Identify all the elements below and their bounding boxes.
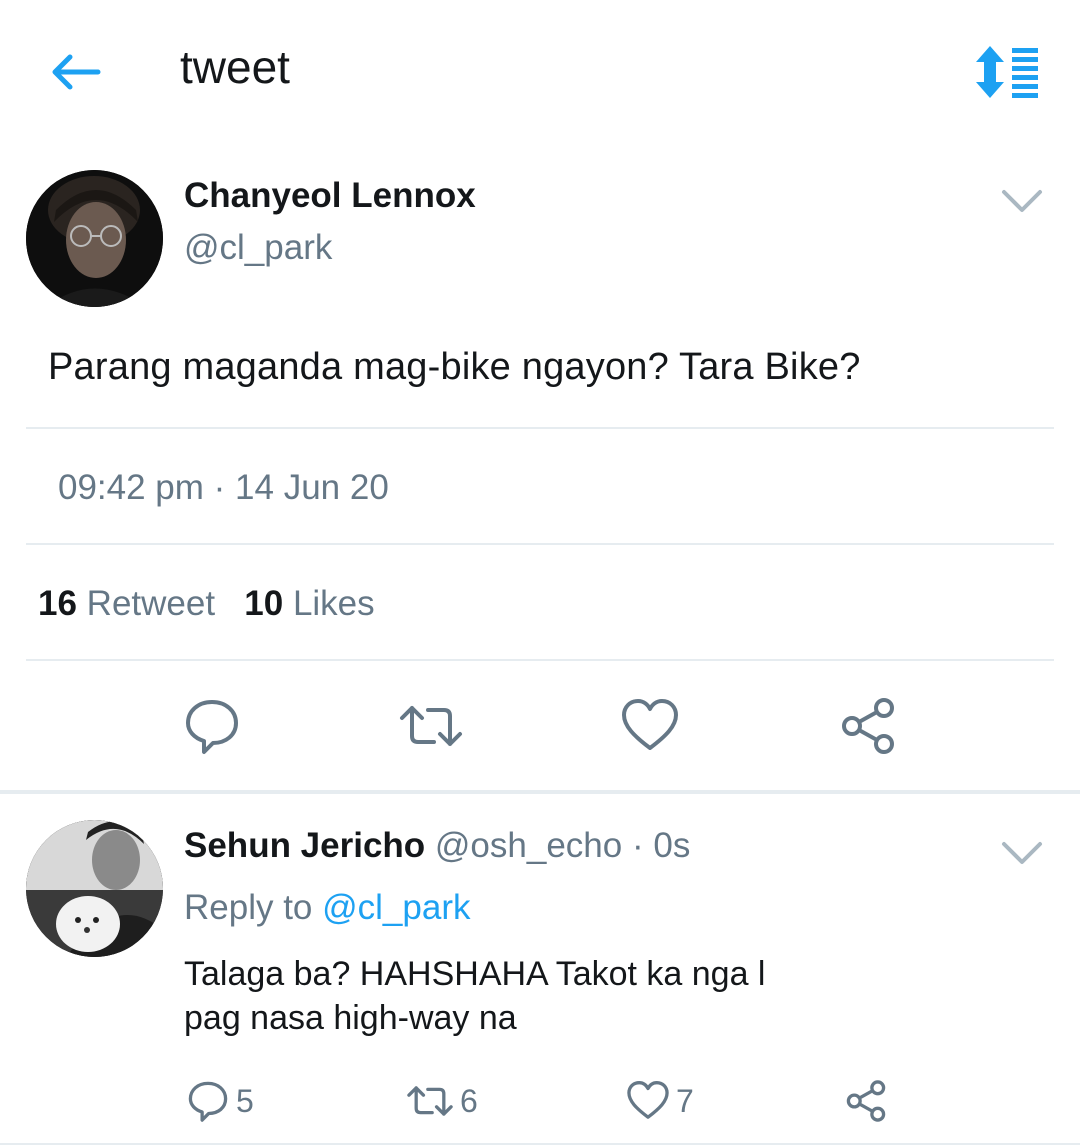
like-count: 10 bbox=[244, 584, 284, 623]
tweet-timestamp: 09:42 pm · 14 Jun 20 bbox=[58, 468, 389, 508]
sort-list-icon bbox=[976, 46, 1038, 98]
chevron-down-icon bbox=[1002, 190, 1042, 212]
reply-reply-button[interactable]: 5 bbox=[186, 1078, 254, 1124]
chevron-down-icon bbox=[1002, 842, 1042, 864]
retweet-label: Retweet bbox=[86, 584, 216, 623]
author-name[interactable]: Chanyeol Lennox bbox=[184, 176, 476, 216]
tweet-options-button[interactable] bbox=[1000, 186, 1044, 216]
divider bbox=[26, 659, 1054, 661]
reply-retweet-count: 6 bbox=[460, 1082, 478, 1119]
likes-stat[interactable]: 10 Likes bbox=[244, 584, 374, 623]
reply-retweet-button[interactable]: 6 bbox=[406, 1078, 478, 1124]
retweet-icon bbox=[407, 1086, 453, 1116]
reply-like-button[interactable]: 7 bbox=[626, 1078, 694, 1124]
reply-time: · 0s bbox=[631, 826, 691, 865]
back-button[interactable] bbox=[48, 50, 104, 94]
tweet-date: 14 Jun 20 bbox=[235, 468, 389, 507]
divider bbox=[0, 1143, 1080, 1145]
divider bbox=[26, 543, 1054, 545]
heart-icon bbox=[622, 699, 678, 750]
tweet-time: 09:42 pm bbox=[58, 468, 204, 507]
share-icon bbox=[846, 1080, 886, 1122]
divider bbox=[26, 427, 1054, 429]
reply-author: Sehun Jericho @osh_echo · 0s bbox=[184, 826, 690, 866]
retweet-stat[interactable]: 16 Retweet bbox=[38, 584, 215, 623]
reply-options-button[interactable] bbox=[1000, 838, 1044, 868]
author-handle[interactable]: @cl_park bbox=[184, 228, 332, 268]
like-button[interactable] bbox=[620, 696, 680, 756]
page-title: tweet bbox=[180, 41, 290, 93]
reply-like-count: 7 bbox=[676, 1082, 694, 1119]
reply-avatar[interactable] bbox=[26, 820, 163, 957]
reply-to-mention[interactable]: @cl_park bbox=[322, 888, 470, 927]
avatar[interactable] bbox=[26, 170, 163, 307]
reply-author-handle[interactable]: @osh_echo bbox=[435, 826, 622, 865]
reply-button[interactable] bbox=[182, 696, 242, 756]
reply-share-button[interactable] bbox=[844, 1078, 894, 1124]
reply-author-name[interactable]: Sehun Jericho bbox=[184, 826, 425, 865]
section-separator bbox=[0, 790, 1080, 794]
retweet-icon bbox=[400, 706, 462, 746]
reply-text: Talaga ba? HAHSHAHA Takot ka nga l pag n… bbox=[184, 955, 766, 1037]
sort-button[interactable] bbox=[972, 44, 1042, 100]
share-button[interactable] bbox=[838, 696, 898, 756]
tweet-text: Parang maganda mag-bike ngayon? Tara Bik… bbox=[48, 346, 861, 388]
heart-icon bbox=[627, 1081, 669, 1119]
retweet-count: 16 bbox=[38, 584, 77, 623]
reply-reply-count: 5 bbox=[236, 1082, 254, 1119]
tweet-stats: 16 Retweet 10 Likes bbox=[38, 584, 375, 624]
reply-to-line: Reply to @cl_park bbox=[184, 888, 470, 928]
comment-icon bbox=[188, 1081, 228, 1122]
comment-icon bbox=[186, 700, 238, 754]
reply-to-prefix: Reply to bbox=[184, 888, 323, 927]
share-icon bbox=[842, 698, 894, 754]
likes-label: Likes bbox=[292, 584, 375, 623]
retweet-button[interactable] bbox=[398, 696, 462, 756]
date-separator: · bbox=[203, 468, 236, 507]
arrow-left-icon bbox=[52, 54, 101, 90]
